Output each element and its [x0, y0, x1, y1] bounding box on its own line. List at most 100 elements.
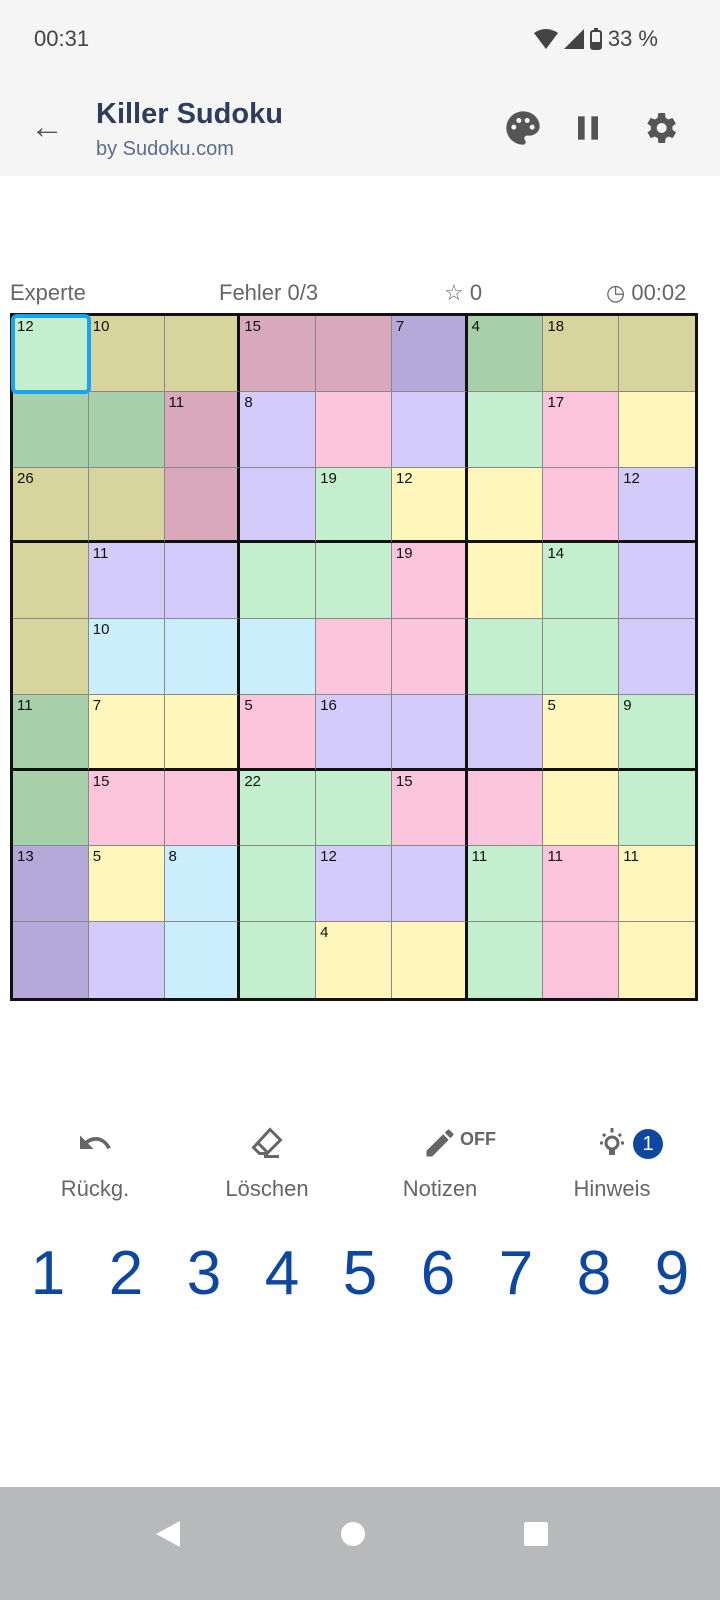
cell-r4c1[interactable]	[13, 543, 89, 620]
cell-r4c8[interactable]: 14	[543, 543, 620, 620]
cell-r6c8[interactable]: 5	[543, 694, 620, 771]
cell-r4c3[interactable]	[164, 543, 241, 620]
cell-r5c8[interactable]	[543, 619, 620, 695]
cell-r5c9[interactable]	[619, 619, 695, 695]
cell-r6c7[interactable]	[467, 694, 544, 771]
cell-r7c2[interactable]: 15	[88, 770, 165, 847]
cell-r8c6[interactable]	[391, 846, 468, 923]
cell-r7c8[interactable]	[543, 770, 620, 847]
cell-r5c4[interactable]	[240, 619, 317, 695]
cell-r7c6[interactable]: 15	[391, 770, 468, 847]
cell-r1c1[interactable]: 12	[11, 314, 91, 394]
number-8-button[interactable]: 8	[564, 1238, 624, 1309]
cell-r4c2[interactable]: 11	[88, 543, 165, 620]
undo-button[interactable]: Rückg.	[25, 1125, 165, 1202]
erase-button[interactable]: Löschen	[197, 1125, 337, 1202]
cell-r8c1[interactable]: 13	[13, 846, 89, 923]
number-1-button[interactable]: 1	[18, 1238, 78, 1309]
cell-r6c9[interactable]: 9	[619, 694, 695, 771]
cell-r8c9[interactable]: 11	[619, 846, 695, 923]
number-9-button[interactable]: 9	[642, 1238, 702, 1309]
cell-r5c3[interactable]	[164, 619, 241, 695]
cell-r8c2[interactable]: 5	[88, 846, 165, 923]
cell-r6c4[interactable]: 5	[240, 694, 317, 771]
cell-r4c7[interactable]	[467, 543, 544, 620]
nav-recents-icon[interactable]	[523, 1521, 549, 1547]
gear-icon[interactable]	[640, 108, 680, 148]
cell-r1c3[interactable]	[164, 316, 241, 392]
cell-r3c9[interactable]: 12	[619, 467, 695, 544]
back-button[interactable]: ←	[30, 108, 64, 147]
cell-r2c7[interactable]	[467, 391, 544, 468]
cell-r8c5[interactable]: 12	[316, 846, 392, 923]
cell-r1c7[interactable]: 4	[467, 316, 544, 392]
cell-r1c2[interactable]: 10	[88, 316, 165, 392]
number-7-button[interactable]: 7	[486, 1238, 546, 1309]
cell-r1c4[interactable]: 15	[240, 316, 317, 392]
cell-r7c4[interactable]: 22	[240, 770, 317, 847]
cell-r9c9[interactable]	[619, 922, 695, 998]
number-6-button[interactable]: 6	[408, 1238, 468, 1309]
number-2-button[interactable]: 2	[96, 1238, 156, 1309]
cell-r7c5[interactable]	[316, 770, 392, 847]
cell-r9c3[interactable]	[164, 922, 241, 998]
cell-r5c6[interactable]	[391, 619, 468, 695]
cell-r2c3[interactable]: 11	[164, 391, 241, 468]
nav-back-icon[interactable]	[154, 1519, 182, 1549]
cell-r2c9[interactable]	[619, 391, 695, 468]
cell-r5c1[interactable]	[13, 619, 89, 695]
cell-r2c6[interactable]	[391, 391, 468, 468]
cell-r3c3[interactable]	[164, 467, 241, 544]
cell-r8c7[interactable]: 11	[467, 846, 544, 923]
cell-r8c3[interactable]: 8	[164, 846, 241, 923]
cell-r7c9[interactable]	[619, 770, 695, 847]
pause-icon[interactable]	[568, 108, 608, 148]
cell-r3c2[interactable]	[88, 467, 165, 544]
cell-r7c3[interactable]	[164, 770, 241, 847]
cell-r8c8[interactable]: 11	[543, 846, 620, 923]
cell-r3c7[interactable]	[467, 467, 544, 544]
cell-r1c9[interactable]	[619, 316, 695, 392]
cell-r2c8[interactable]: 17	[543, 391, 620, 468]
cell-r4c6[interactable]: 19	[391, 543, 468, 620]
cell-r2c4[interactable]: 8	[240, 391, 317, 468]
cell-r4c4[interactable]	[240, 543, 317, 620]
cell-r4c5[interactable]	[316, 543, 392, 620]
cell-r2c5[interactable]	[316, 391, 392, 468]
palette-icon[interactable]	[503, 108, 543, 148]
cell-r8c4[interactable]	[240, 846, 317, 923]
cell-r1c5[interactable]	[316, 316, 392, 392]
cell-r3c8[interactable]	[543, 467, 620, 544]
cell-r3c4[interactable]	[240, 467, 317, 544]
cell-r1c8[interactable]: 18	[543, 316, 620, 392]
notes-toggle[interactable]: OFF Notizen	[370, 1125, 510, 1202]
cell-r6c1[interactable]: 11	[13, 694, 89, 771]
cell-r6c5[interactable]: 16	[316, 694, 392, 771]
cell-r9c4[interactable]	[240, 922, 317, 998]
cell-r6c3[interactable]	[164, 694, 241, 771]
number-3-button[interactable]: 3	[174, 1238, 234, 1309]
cell-r5c5[interactable]	[316, 619, 392, 695]
cell-r4c9[interactable]	[619, 543, 695, 620]
cell-r5c7[interactable]	[467, 619, 544, 695]
number-5-button[interactable]: 5	[330, 1238, 390, 1309]
cell-r9c7[interactable]	[467, 922, 544, 998]
cell-r6c2[interactable]: 7	[88, 694, 165, 771]
cell-r1c6[interactable]: 7	[391, 316, 468, 392]
cell-r2c2[interactable]	[88, 391, 165, 468]
nav-home-icon[interactable]	[340, 1521, 366, 1547]
cell-r7c7[interactable]	[467, 770, 544, 847]
cell-r9c1[interactable]	[13, 922, 89, 998]
cell-r3c5[interactable]: 19	[316, 467, 392, 544]
cell-r2c1[interactable]	[13, 391, 89, 468]
cell-r9c2[interactable]	[88, 922, 165, 998]
cell-r5c2[interactable]: 10	[88, 619, 165, 695]
number-4-button[interactable]: 4	[252, 1238, 312, 1309]
cell-r9c6[interactable]	[391, 922, 468, 998]
cell-r3c6[interactable]: 12	[391, 467, 468, 544]
cell-r7c1[interactable]	[13, 770, 89, 847]
cell-r9c5[interactable]: 4	[316, 922, 392, 998]
cell-r6c6[interactable]	[391, 694, 468, 771]
cell-r3c1[interactable]: 26	[13, 467, 89, 544]
cell-r9c8[interactable]	[543, 922, 620, 998]
